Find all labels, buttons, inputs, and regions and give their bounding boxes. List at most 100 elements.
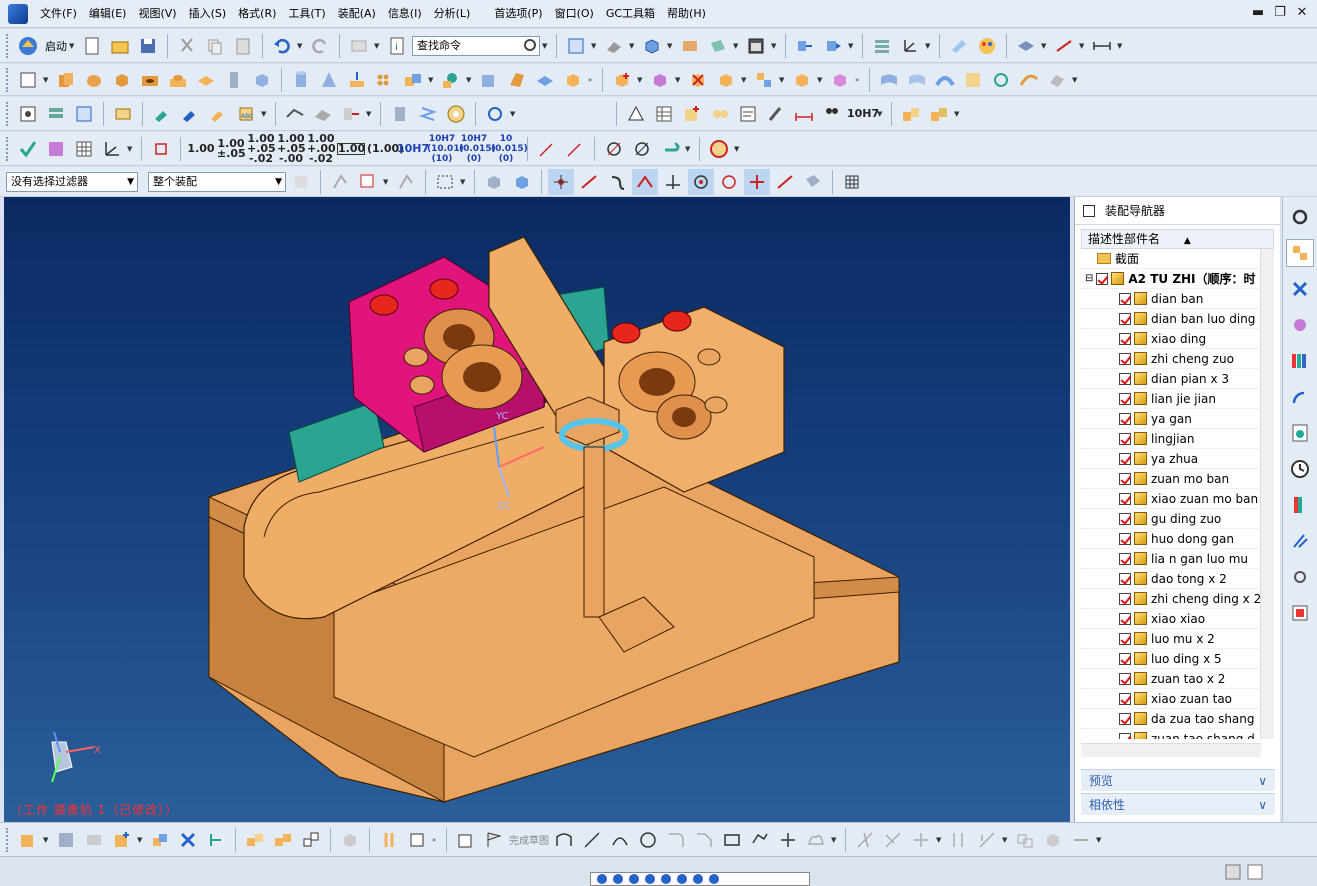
ime-user-icon[interactable] (677, 874, 687, 884)
tree-folder-node[interactable]: 截面 (1081, 249, 1273, 269)
assembly-move-icon[interactable] (647, 67, 673, 93)
tree-part-node[interactable]: lian jie jian (1081, 389, 1273, 409)
color-palette-icon[interactable] (974, 33, 1000, 59)
assembly-mirror-icon[interactable] (789, 67, 815, 93)
visibility-checkbox[interactable] (1119, 432, 1131, 445)
quick-extend-icon[interactable] (880, 827, 906, 853)
dim-5[interactable]: 1.00 +.00 -.02 (307, 133, 336, 164)
tree-part-node[interactable]: zhi cheng zuo (1081, 349, 1273, 369)
tree-part-node[interactable]: xiao zuan tao (1081, 689, 1273, 709)
unite-icon[interactable] (400, 67, 426, 93)
measure-dropdown-icon[interactable]: ▼ (1117, 42, 1125, 50)
dim-1[interactable]: 1.00 (187, 143, 215, 154)
tree-part-node[interactable]: xiao xiao (1081, 609, 1273, 629)
tree-part-node[interactable]: dian pian x 3 (1081, 369, 1273, 389)
studio-surface-icon[interactable] (1016, 67, 1042, 93)
assembly-move-dropdown-icon[interactable]: ▼ (675, 76, 683, 84)
expression-icon[interactable] (110, 101, 136, 127)
visibility-checkbox[interactable] (1119, 332, 1131, 345)
constraint-navigator-icon[interactable] (1286, 275, 1314, 303)
fit-dropdown-icon[interactable]: ▼ (877, 110, 885, 118)
cylinder-stack-icon[interactable] (221, 67, 247, 93)
block-icon[interactable] (109, 67, 135, 93)
section-view-icon[interactable] (705, 33, 731, 59)
pattern-component-icon[interactable] (270, 827, 296, 853)
menu-window[interactable]: 窗口(O) (549, 4, 600, 24)
edit-parameters-icon[interactable] (149, 101, 175, 127)
new-component-dropdown-icon[interactable]: ▼ (137, 836, 145, 844)
hole-icon[interactable] (137, 67, 163, 93)
roles-icon[interactable] (1286, 527, 1314, 555)
dimension-axes-icon[interactable] (1051, 33, 1077, 59)
check-mark-icon[interactable] (15, 136, 41, 162)
assembly-component-icon[interactable] (713, 67, 739, 93)
point-sketch-icon[interactable] (775, 827, 801, 853)
measure-distance-icon[interactable] (1089, 33, 1115, 59)
dim-7[interactable]: (1.00) (367, 143, 404, 154)
through-curves-icon[interactable] (988, 67, 1014, 93)
tolerance-fit-label[interactable]: 10H7 (847, 108, 879, 119)
bottom-dropdown-icon[interactable]: ▼ (1096, 836, 1104, 844)
unite-dropdown-icon[interactable]: ▼ (428, 76, 436, 84)
dim-10[interactable]: 10H7 (0.015) (0) (459, 134, 496, 164)
snap-curve-icon[interactable] (604, 169, 630, 195)
tree-part-node[interactable]: zuan tao shang d (1081, 729, 1273, 739)
new-component-icon[interactable] (109, 827, 135, 853)
undo-icon[interactable] (269, 33, 295, 59)
visibility-checkbox[interactable] (1119, 292, 1131, 305)
tree-part-node[interactable]: lingjian (1081, 429, 1273, 449)
start-button[interactable]: 启动 (45, 38, 67, 54)
pmi-dropdown-icon[interactable]: ▼ (685, 145, 693, 153)
visibility-checkbox[interactable] (1119, 692, 1131, 705)
dim-6[interactable]: 1.00 (337, 142, 365, 155)
axis-dropdown-icon[interactable]: ▼ (127, 145, 135, 153)
auto-constrain-icon[interactable] (974, 827, 1000, 853)
minimize-icon[interactable]: ▬ (1251, 6, 1265, 20)
start-dropdown-icon[interactable]: ▼ (69, 42, 77, 50)
spring-compress-icon[interactable] (387, 101, 413, 127)
ime-keyboard-icon[interactable] (661, 874, 671, 884)
wcs-dropdown-icon[interactable]: ▼ (925, 42, 933, 50)
snap-face-icon[interactable] (800, 169, 826, 195)
axes-dropdown-icon[interactable]: ▼ (1079, 42, 1087, 50)
sketch-dropdown-icon[interactable]: ▼ (43, 76, 51, 84)
cylinder-icon[interactable] (288, 67, 314, 93)
show-hide-icon[interactable] (1013, 33, 1039, 59)
save-icon[interactable] (135, 33, 161, 59)
dim-2[interactable]: 1.00 ±.05 (217, 138, 246, 159)
toolbar-grip[interactable] (6, 101, 10, 126)
edit-object-display-icon[interactable] (946, 33, 972, 59)
gear-modeling-icon[interactable] (482, 101, 508, 127)
spring-icon[interactable] (415, 101, 441, 127)
visibility-checkbox[interactable] (1119, 472, 1131, 485)
menu-tools[interactable]: 工具(T) (282, 4, 331, 24)
tree-root-node[interactable]: ⊟ A2 TU ZHI（顺序：时 (1081, 269, 1273, 289)
gc-toolbox-2-icon[interactable] (926, 101, 952, 127)
component-dropdown-icon[interactable]: ▼ (741, 76, 749, 84)
show-hide-dropdown-icon[interactable]: ▼ (1041, 42, 1049, 50)
bottom-overflow-icon[interactable]: » (432, 836, 440, 844)
sketch-dropdown-icon-2[interactable]: ▼ (831, 836, 839, 844)
visibility-checkbox[interactable] (1119, 352, 1131, 365)
palette-icon[interactable] (1286, 599, 1314, 627)
assembly-explode-icon[interactable] (827, 67, 853, 93)
menu-view[interactable]: 视图(V) (132, 4, 182, 24)
ime-icon[interactable] (597, 874, 607, 884)
pin-checkbox[interactable] (1083, 204, 1095, 217)
dim-3[interactable]: 1.00 +.05 -.02 (247, 133, 276, 164)
sketch-icon[interactable] (15, 67, 41, 93)
select-component-icon[interactable] (509, 169, 535, 195)
triangle-icon[interactable] (623, 101, 649, 127)
toolbar-grip[interactable] (6, 33, 10, 58)
status-icon-2[interactable] (1242, 859, 1268, 885)
snap-line-icon[interactable] (576, 169, 602, 195)
feature-table-icon[interactable] (71, 101, 97, 127)
tree-part-node[interactable]: gu ding zuo (1081, 509, 1273, 529)
coord-axis-icon[interactable] (99, 136, 125, 162)
new-file-icon[interactable] (79, 33, 105, 59)
boss-icon[interactable] (165, 67, 191, 93)
snap-center-icon[interactable] (688, 168, 714, 195)
search-dropdown-icon[interactable]: ▼ (542, 42, 550, 50)
snap-point-on-curve-icon[interactable] (772, 169, 798, 195)
visibility-checkbox[interactable] (1119, 452, 1131, 465)
